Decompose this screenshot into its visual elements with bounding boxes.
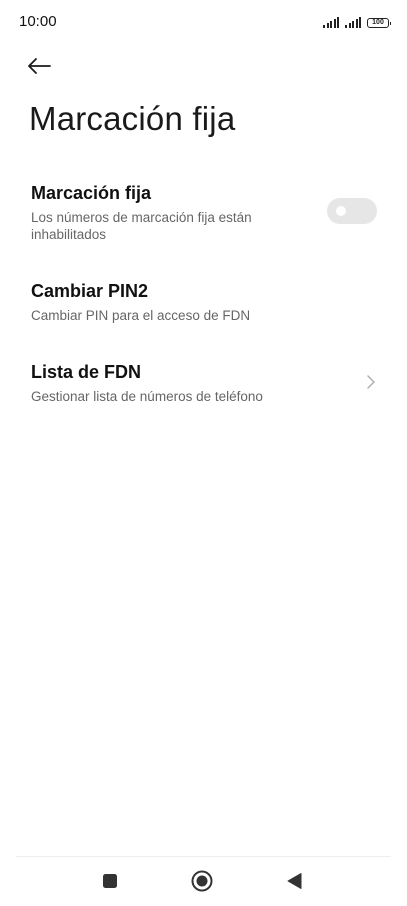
battery-level: 100 xyxy=(372,19,384,26)
setting-fdn-list-subtitle: Gestionar lista de números de teléfono xyxy=(31,389,263,404)
setting-change-pin2-subtitle: Cambiar PIN para el acceso de FDN xyxy=(31,308,251,323)
setting-fixed-dialing[interactable]: Marcación fija Los números de marcación … xyxy=(0,175,407,255)
setting-change-pin2-title: Cambiar PIN2 xyxy=(31,281,149,301)
toggle-knob xyxy=(336,206,346,216)
setting-fixed-dialing-subtitle: Los números de marcación fija están inha… xyxy=(31,210,252,242)
setting-fdn-list-title: Lista de FDN xyxy=(31,362,142,382)
square-recents-icon xyxy=(103,874,117,888)
status-bar: 10:00 100 xyxy=(0,0,407,44)
circle-home-icon xyxy=(191,870,213,892)
home-button[interactable] xyxy=(187,866,217,896)
signal-icon xyxy=(345,17,361,28)
battery-icon: 100 xyxy=(367,18,391,28)
back-button[interactable] xyxy=(26,52,58,80)
arrow-left-icon xyxy=(28,58,51,74)
page-title: Marcación fija xyxy=(29,100,236,137)
status-icons: 100 xyxy=(323,14,391,28)
signal-icon xyxy=(323,17,339,28)
nav-back-button[interactable] xyxy=(280,866,310,896)
setting-change-pin2[interactable]: Cambiar PIN2 Cambiar PIN para el acceso … xyxy=(0,273,407,333)
fixed-dialing-toggle[interactable] xyxy=(327,198,377,224)
setting-fixed-dialing-title: Marcación fija xyxy=(31,183,152,203)
recents-button[interactable] xyxy=(95,866,125,896)
nav-divider xyxy=(16,856,391,857)
triangle-back-icon xyxy=(287,873,302,889)
status-time: 10:00 xyxy=(19,13,57,30)
setting-fdn-list[interactable]: Lista de FDN Gestionar lista de números … xyxy=(0,354,407,414)
chevron-right-icon xyxy=(367,375,375,389)
